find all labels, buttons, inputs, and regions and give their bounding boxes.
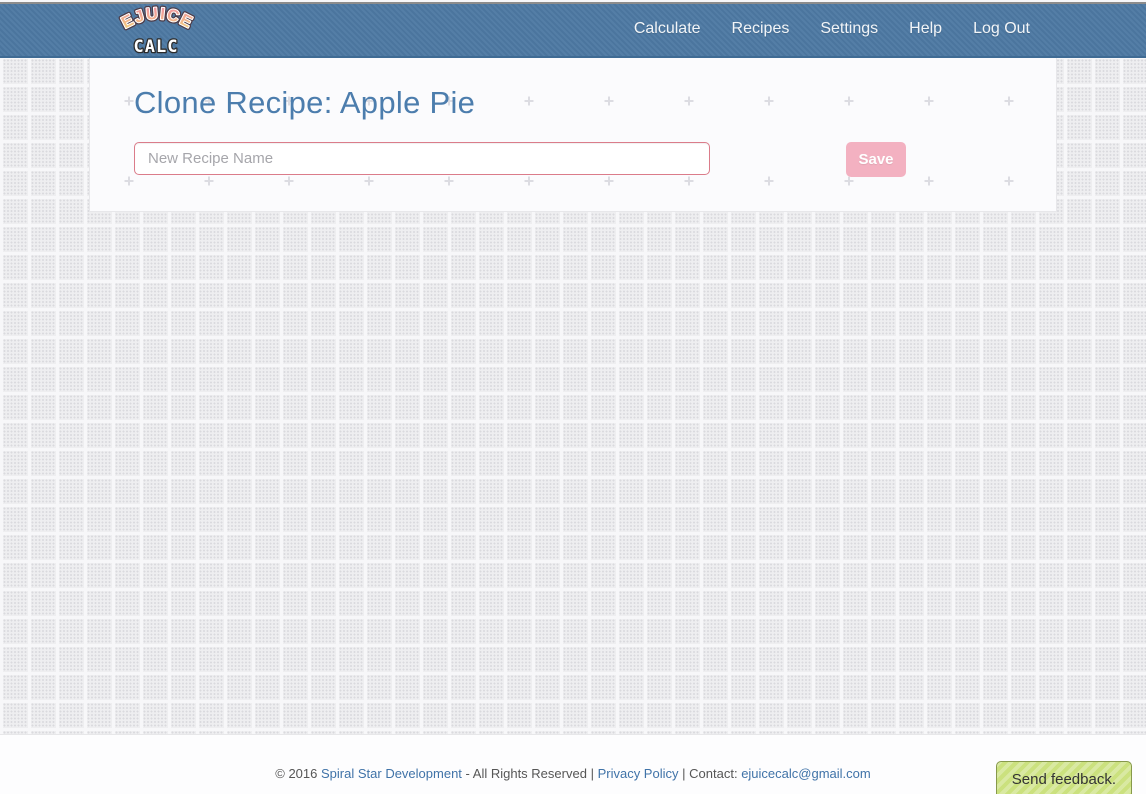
svg-text:EJUICE: EJUICE — [119, 5, 197, 32]
footer-separator: | — [682, 766, 686, 781]
clone-recipe-form: Save — [134, 142, 1056, 177]
page-title: Clone Recipe: Apple Pie — [134, 85, 476, 120]
nav-recipes[interactable]: Recipes — [732, 20, 790, 38]
logo-arc-text: EJUICE — [118, 3, 196, 33]
nav-settings[interactable]: Settings — [820, 20, 878, 38]
clone-recipe-panel: Clone Recipe: Apple Pie Save — [89, 58, 1057, 212]
rights-text: - All Rights Reserved — [465, 766, 587, 781]
page-footer: © 2016 Spiral Star Development - All Rig… — [0, 734, 1146, 794]
send-feedback-button[interactable]: Send feedback. — [995, 761, 1132, 794]
contact-email-link[interactable]: ejuicecalc@gmail.com — [741, 766, 871, 781]
footer-separator: | — [590, 766, 594, 781]
nav-help[interactable]: Help — [909, 20, 942, 38]
ejuice-calc-logo-graphic: EJUICE EJUICE CALC CALC — [116, 2, 197, 58]
main-nav: Calculate Recipes Settings Help Log Out — [603, 20, 1030, 38]
new-recipe-name-input[interactable] — [134, 142, 710, 175]
header-inner: EJUICE EJUICE CALC CALC Calculate Recipe… — [88, 2, 1058, 58]
contact-label: Contact: — [689, 766, 738, 781]
app-header: EJUICE EJUICE CALC CALC Calculate Recipe… — [0, 2, 1146, 58]
logo-calc-text: CALC — [134, 37, 179, 57]
company-link[interactable]: Spiral Star Development — [321, 766, 462, 781]
save-button[interactable]: Save — [846, 142, 906, 177]
window-top-edge — [0, 2, 1146, 4]
nav-calculate[interactable]: Calculate — [634, 20, 701, 38]
nav-logout[interactable]: Log Out — [973, 20, 1030, 38]
copyright-text: © 2016 — [275, 766, 318, 781]
privacy-policy-link[interactable]: Privacy Policy — [598, 766, 679, 781]
ejuice-calc-logo[interactable]: EJUICE EJUICE CALC CALC — [110, 2, 205, 58]
